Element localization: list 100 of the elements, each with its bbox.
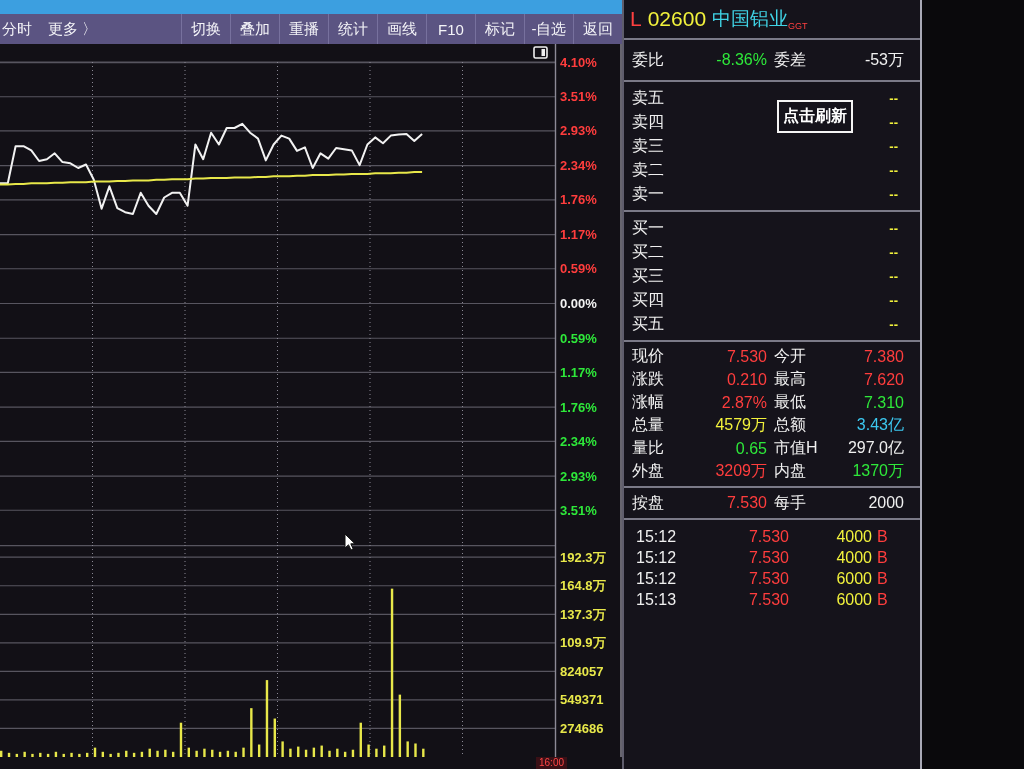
volume-bar: [406, 741, 409, 757]
axis-label: 2.34%: [560, 433, 597, 449]
trade-price: 7.530: [748, 569, 789, 588]
volume-bar: [250, 708, 253, 757]
volume-bar: [383, 745, 386, 757]
field-label: 市值H: [774, 438, 818, 458]
field-label: 最高: [774, 369, 806, 389]
volume-bar: [242, 747, 245, 757]
field-value: 1370万: [852, 461, 904, 481]
volume-bar: [23, 751, 26, 757]
field-value: 3209万: [715, 461, 767, 481]
axis-label: 0.59%: [560, 261, 597, 277]
order-level-value: --: [889, 114, 898, 130]
trade-time: 15:12: [636, 548, 677, 567]
trade-price: 7.530: [748, 590, 789, 609]
field-label: 内盘: [774, 461, 806, 481]
field-value: -53万: [864, 49, 904, 70]
field-label: 按盘: [632, 492, 664, 513]
refresh-button[interactable]: 点击刷新: [777, 100, 853, 133]
trade-volume: 4000: [836, 548, 872, 567]
stock-code: 02600: [647, 7, 707, 31]
volume-bar: [171, 751, 175, 757]
volume-bar: [0, 750, 3, 757]
field-label: 量比: [632, 438, 664, 458]
axis-label: 2.34%: [560, 158, 597, 174]
axis-label: 3.51%: [560, 89, 597, 105]
volume-bar: [78, 753, 81, 757]
volume-bar: [179, 722, 183, 757]
field-label: 总量: [632, 415, 664, 435]
mouse-pointer-icon: [344, 533, 356, 551]
trade-volume: 4000: [836, 527, 872, 546]
field-value: 4579万: [715, 415, 767, 435]
volume-bar: [226, 750, 230, 757]
volume-bar: [156, 750, 159, 757]
volume-bar: [211, 749, 214, 757]
order-level-value: --: [889, 244, 898, 260]
split-square-icon[interactable]: [533, 46, 548, 59]
order-level-label: 买三: [632, 265, 664, 286]
order-level-label: 卖一: [632, 183, 664, 204]
volume-bar: [398, 694, 402, 757]
order-level-label: 卖三: [632, 135, 664, 156]
volume-bar: [218, 751, 222, 757]
trade-time: 15:12: [636, 569, 677, 588]
axis-label: 549371: [560, 692, 604, 708]
volume-bar: [336, 748, 339, 757]
field-label: 涨跌: [632, 369, 664, 389]
order-level-label: 买二: [632, 241, 664, 262]
volume-bar: [375, 748, 378, 757]
volume-bar: [86, 752, 89, 757]
field-value: -8.36%: [716, 51, 767, 69]
volume-bar: [15, 753, 19, 757]
trade-side: B: [877, 590, 888, 609]
field-label: 总额: [774, 415, 806, 435]
trade-price: 7.530: [748, 548, 789, 567]
axis-label: 137.3万: [560, 606, 606, 622]
axis-label: 164.8万: [560, 578, 606, 594]
volume-bar: [273, 718, 276, 757]
trade-side: B: [877, 569, 888, 588]
axis-label: 1.76%: [560, 399, 597, 415]
trade-time: 15:12: [636, 527, 677, 546]
stock-name: 中国铝业: [712, 7, 789, 31]
toolbar-menu-item[interactable]: 更多 〉: [46, 14, 100, 44]
volume-bar: [164, 749, 167, 757]
trade-volume: 6000: [836, 569, 872, 588]
order-level-value: --: [889, 268, 898, 284]
volume-bar: [203, 748, 206, 757]
volume-bar: [351, 749, 355, 757]
field-value: 0.210: [726, 370, 767, 389]
volume-bar: [7, 752, 11, 757]
order-level-value: --: [889, 162, 898, 178]
field-label: 涨幅: [632, 392, 664, 412]
volume-bar: [148, 748, 151, 757]
axis-label: 109.9万: [560, 635, 606, 651]
volume-bar: [257, 744, 261, 757]
volume-bar: [234, 751, 237, 757]
field-value: 2.87%: [721, 393, 767, 412]
axis-label: 1.17%: [560, 227, 597, 243]
volume-bar: [46, 753, 50, 757]
volume-bar: [31, 753, 34, 757]
volume-bar: [54, 751, 58, 757]
volume-bar: [343, 751, 347, 757]
trade-side: B: [877, 548, 888, 567]
order-level-value: --: [889, 186, 898, 202]
volume-bar: [70, 752, 73, 757]
trade-price: 7.530: [748, 527, 789, 546]
order-level-label: 买四: [632, 289, 664, 310]
order-level-label: 买一: [632, 217, 664, 238]
toolbar-menu-item[interactable]: 分时: [0, 14, 34, 44]
field-label: 委差: [774, 49, 806, 70]
field-label: 今开: [774, 346, 806, 366]
field-value: 7.620: [863, 370, 904, 389]
axis-label: 1.76%: [560, 192, 597, 208]
axis-label: 0.59%: [560, 330, 597, 346]
field-value: 3.43亿: [856, 415, 904, 435]
volume-bar: [281, 741, 284, 757]
volume-bar: [109, 753, 112, 757]
volume-bar: [328, 750, 331, 757]
axis-label: 274686: [560, 720, 604, 736]
trade-time: 15:13: [636, 590, 677, 609]
axis-label: 4.10%: [560, 54, 597, 70]
